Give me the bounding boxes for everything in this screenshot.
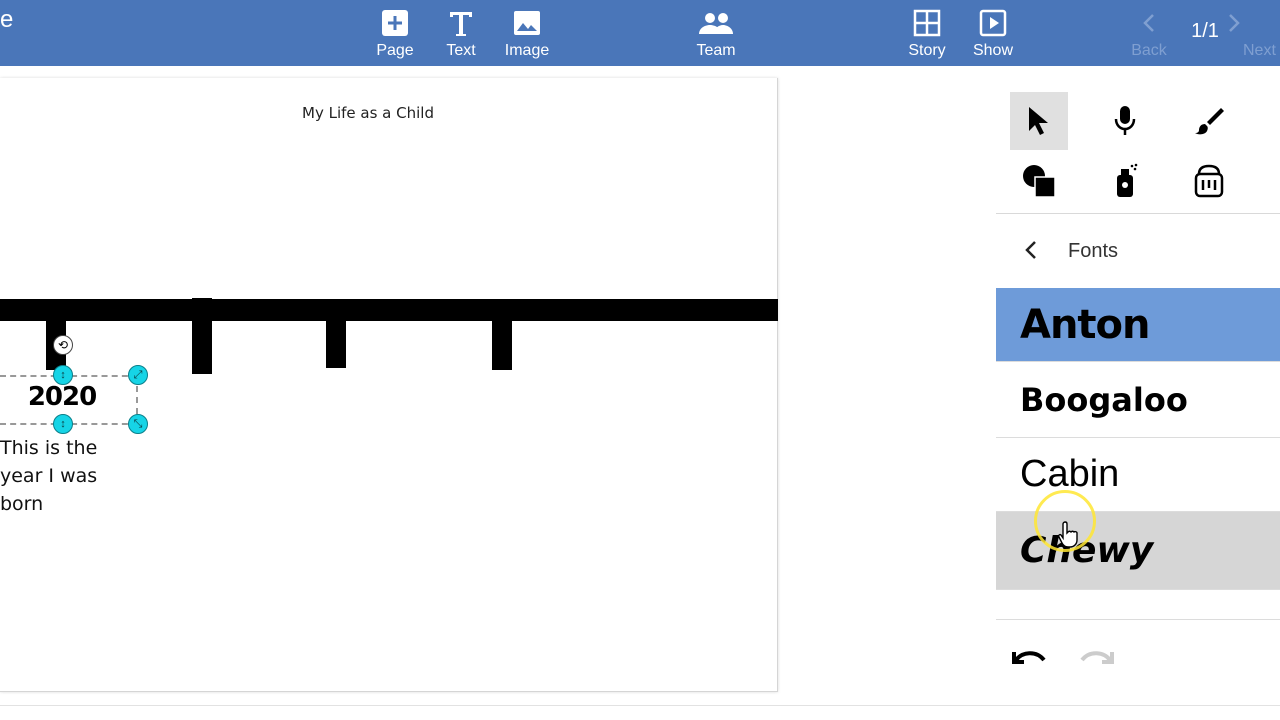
- resize-handle-top-icon[interactable]: ↕: [53, 365, 73, 385]
- font-option-label: Boogaloo: [1020, 380, 1188, 419]
- rotate-handle-icon[interactable]: ⟲: [53, 335, 73, 355]
- shapes-icon: [1023, 165, 1056, 198]
- bottom-strip: [0, 705, 1280, 720]
- fill-tool-button[interactable]: [1180, 152, 1238, 210]
- next-label: Next: [1243, 42, 1276, 59]
- spray-tool-button[interactable]: [1096, 152, 1154, 210]
- microphone-tool-button[interactable]: [1096, 92, 1154, 150]
- panel-divider: [996, 213, 1280, 214]
- add-text-label: Text: [446, 42, 476, 59]
- timeline-tick[interactable]: [192, 298, 212, 374]
- font-option-label: Anton: [1020, 301, 1151, 348]
- resize-handle-bottom-icon[interactable]: ↕: [53, 414, 73, 434]
- team-icon: [681, 8, 751, 38]
- show-label: Show: [972, 42, 1014, 59]
- redo-icon[interactable]: [1076, 646, 1116, 674]
- top-toolbar: e Page Text Image Team Story Show Back 1…: [0, 0, 1280, 66]
- image-icon: [492, 8, 562, 38]
- chevron-left-icon: [1114, 8, 1184, 38]
- text-icon: [426, 8, 496, 38]
- back-button[interactable]: Back: [1114, 8, 1184, 60]
- team-label: Team: [696, 42, 736, 59]
- timeline-tick[interactable]: [492, 318, 512, 370]
- add-page-button[interactable]: Page: [360, 8, 430, 60]
- pointer-tool-button[interactable]: [1010, 92, 1068, 150]
- font-option-anton[interactable]: Anton: [996, 288, 1280, 362]
- resize-handle-corner-icon[interactable]: ⤢: [128, 365, 148, 385]
- fonts-header: Fonts: [996, 218, 1280, 284]
- caption-text[interactable]: This is the year I was born: [0, 434, 120, 518]
- chevron-left-icon[interactable]: [1024, 236, 1044, 267]
- story-button[interactable]: Story: [892, 8, 962, 60]
- page-indicator: 1/1: [1191, 20, 1219, 42]
- resize-handle-corner-icon[interactable]: ⤡: [128, 414, 148, 434]
- font-option-cabin[interactable]: Cabin: [996, 438, 1280, 512]
- microphone-icon: [1114, 106, 1136, 135]
- font-option-partial[interactable]: [996, 590, 1280, 620]
- story-grid-icon: [892, 8, 962, 38]
- show-play-icon: [958, 8, 1028, 38]
- add-image-button[interactable]: Image: [492, 8, 562, 60]
- hand-cursor-icon: [1058, 521, 1078, 548]
- shapes-tool-button[interactable]: [1010, 152, 1068, 210]
- add-page-icon: [360, 8, 430, 38]
- page-title[interactable]: My Life as a Child: [0, 104, 736, 122]
- book-page[interactable]: My Life as a Child 2020 ⟲ ↕ ↕ ⤢ ⤡ This i…: [0, 78, 778, 692]
- add-page-label: Page: [376, 42, 414, 59]
- year-text[interactable]: 2020: [0, 382, 124, 412]
- add-text-button[interactable]: Text: [426, 8, 496, 60]
- tools-panel: Fonts Anton Boogaloo Cabin Chewy: [996, 66, 1280, 720]
- paint-bucket-icon: [1194, 164, 1224, 198]
- fonts-title: Fonts: [1068, 239, 1119, 262]
- show-button[interactable]: Show: [958, 8, 1028, 60]
- back-label: Back: [1131, 42, 1167, 59]
- next-button[interactable]: Next: [1226, 8, 1280, 60]
- chevron-right-icon: [1226, 8, 1280, 38]
- app-title-fragment: e: [0, 6, 14, 33]
- font-option-boogaloo[interactable]: Boogaloo: [996, 362, 1280, 438]
- undo-icon[interactable]: [1010, 646, 1050, 674]
- timeline-bar[interactable]: [0, 299, 778, 321]
- add-image-label: Image: [504, 42, 550, 59]
- brush-icon: [1195, 108, 1224, 135]
- brush-tool-button[interactable]: [1180, 92, 1238, 150]
- story-label: Story: [908, 42, 946, 59]
- spray-paint-icon: [1117, 163, 1138, 197]
- team-button[interactable]: Team: [681, 8, 751, 60]
- pointer-icon: [1029, 107, 1048, 135]
- timeline-tick[interactable]: [326, 318, 346, 368]
